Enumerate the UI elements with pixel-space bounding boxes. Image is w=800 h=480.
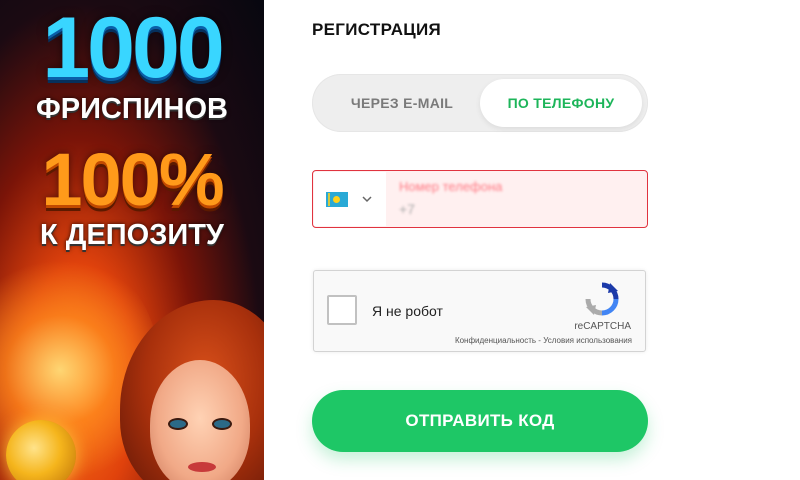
- character-eye: [212, 418, 232, 430]
- phone-field[interactable]: Номер телефона +7: [312, 170, 648, 228]
- captcha-label: Я не робот: [372, 303, 443, 319]
- promo-bonus-percent: 100%: [41, 138, 224, 221]
- phone-input[interactable]: +7: [399, 201, 415, 217]
- promo-banner[interactable]: 1000 ФРИСПИНОВ 100% К ДЕПОЗИТУ: [0, 0, 264, 480]
- phone-field-label: Номер телефона: [399, 179, 503, 194]
- captcha-checkbox[interactable]: [327, 295, 357, 325]
- character-eye: [168, 418, 188, 430]
- kazakhstan-flag-icon: [326, 191, 348, 207]
- recaptcha-brand: reCAPTCHA: [574, 321, 631, 332]
- character-lips: [188, 462, 216, 472]
- recaptcha-widget: Я не робот reCAPTCHA Конфиденциальность …: [313, 270, 646, 352]
- page-title: РЕГИСТРАЦИЯ: [312, 20, 442, 39]
- recaptcha-privacy-terms-links[interactable]: Конфиденциальность - Условия использован…: [455, 336, 632, 345]
- tab-email[interactable]: ЧЕРЕЗ E-MAIL: [322, 79, 482, 127]
- promo-freespins-label: ФРИСПИНОВ: [35, 93, 228, 125]
- send-code-button[interactable]: ОТПРАВИТЬ КОД: [312, 390, 648, 452]
- promo-freespins-count: 1000: [42, 0, 224, 96]
- tab-phone[interactable]: ПО ТЕЛЕФОНУ: [480, 79, 642, 127]
- registration-method-tabs: ЧЕРЕЗ E-MAIL ПО ТЕЛЕФОНУ: [312, 74, 648, 132]
- recaptcha-logo-icon: [585, 282, 619, 316]
- chevron-down-icon: [362, 196, 372, 203]
- promo-bonus-label: К ДЕПОЗИТУ: [40, 219, 224, 251]
- registration-screen: 1000 ФРИСПИНОВ 100% К ДЕПОЗИТУ РЕГИСТРАЦ…: [0, 0, 800, 480]
- country-selector[interactable]: [314, 172, 386, 226]
